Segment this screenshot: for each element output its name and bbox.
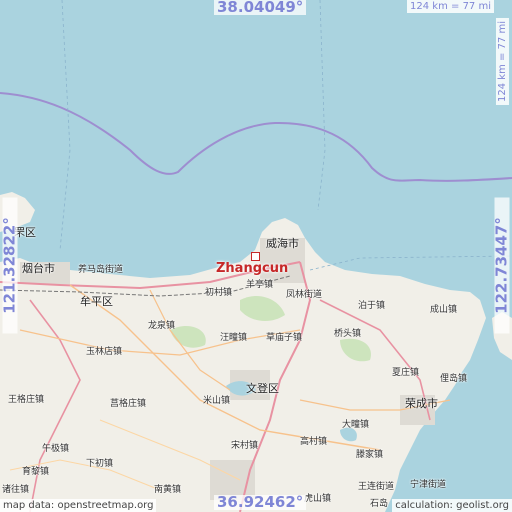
place-label: 羊亭镇 — [246, 280, 274, 290]
place-label: 石岛 — [370, 499, 389, 509]
place-label: 滕家镇 — [356, 450, 384, 460]
left-longitude-label: 121.32822° — [1, 197, 19, 334]
place-label: 牟平区 — [80, 295, 113, 308]
place-label: 莒格庄镇 — [110, 399, 147, 409]
place-label: 凤林街道 — [286, 290, 323, 300]
place-label: 宋村镇 — [231, 441, 259, 451]
place-label: 烟台市 — [22, 262, 55, 275]
map-canvas[interactable]: 罘区 烟台市 养马岛街道 牟平区 威海市 羊亭镇 初村镇 凤林街道 泊于镇 成山… — [0, 0, 512, 512]
place-label: 育黎镇 — [22, 467, 50, 477]
place-label: 虎山镇 — [304, 494, 332, 504]
place-label: 诸往镇 — [2, 485, 30, 495]
place-label: 龙泉镇 — [148, 321, 176, 331]
horizontal-scale-label: 124 km = 77 mi — [407, 0, 494, 13]
place-label: 俚岛镇 — [440, 374, 468, 384]
top-latitude-label: 38.04049° — [214, 0, 307, 15]
place-label: 午极镇 — [42, 444, 70, 454]
place-label: 文登区 — [246, 382, 279, 395]
bottom-latitude-label: 36.92462° — [214, 495, 307, 510]
map-data-attribution: map data: openstreetmap.org — [0, 499, 157, 512]
location-marker-icon[interactable] — [251, 252, 260, 261]
right-longitude-label: 122.73447° — [493, 197, 511, 334]
place-label: 玉林店镇 — [86, 347, 123, 357]
place-label: 桥头镇 — [334, 329, 362, 339]
place-label: 草庙子镇 — [266, 333, 303, 343]
place-label: 宁津街道 — [410, 480, 447, 490]
marker-label[interactable]: Zhangcun — [216, 261, 288, 276]
place-label: 荣成市 — [405, 397, 438, 410]
place-label: 米山镇 — [203, 396, 231, 406]
place-label: 威海市 — [266, 237, 299, 250]
place-label: 初村镇 — [205, 288, 233, 298]
place-label: 南黄镇 — [154, 485, 182, 495]
place-label: 下初镇 — [86, 459, 114, 469]
place-label: 王连街道 — [358, 482, 395, 492]
place-label: 大疃镇 — [342, 420, 370, 430]
place-label: 高村镇 — [300, 437, 328, 447]
calculation-attribution: calculation: geolist.org — [392, 499, 512, 512]
place-label: 泊于镇 — [358, 301, 386, 311]
place-label: 王格庄镇 — [8, 395, 45, 405]
place-label: 成山镇 — [430, 305, 458, 315]
place-label: 养马岛街道 — [78, 265, 124, 275]
place-label: 汪疃镇 — [220, 333, 248, 343]
place-label: 夏庄镇 — [392, 368, 420, 378]
vertical-scale-label: 124 km = 77 mi — [496, 18, 510, 105]
